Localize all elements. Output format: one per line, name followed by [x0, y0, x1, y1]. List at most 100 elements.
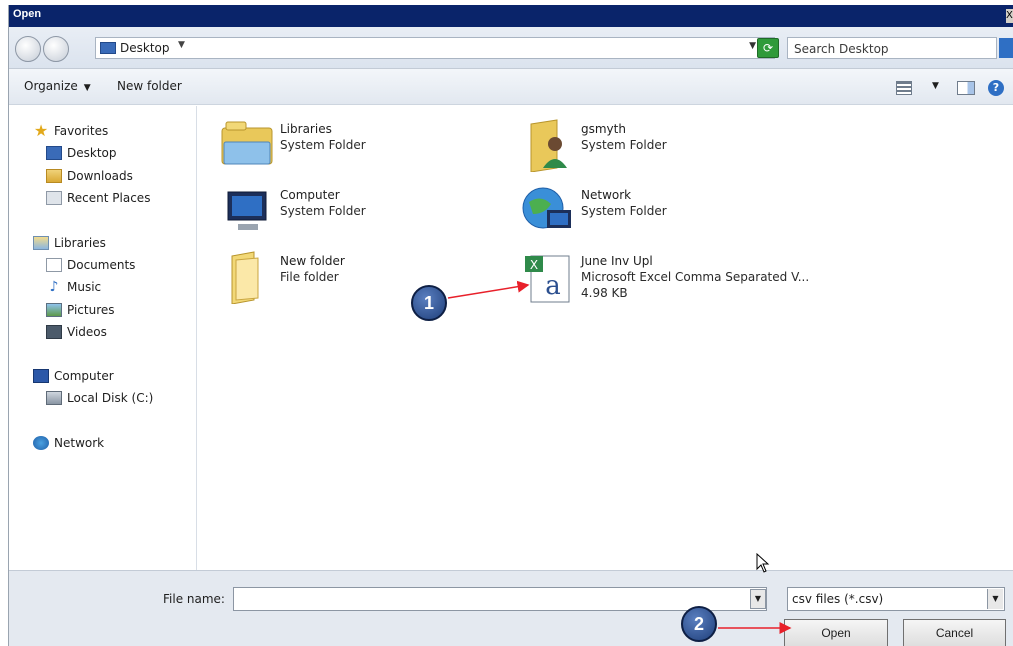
file-name: June Inv Upl [581, 254, 653, 268]
close-icon[interactable]: X [1006, 9, 1013, 23]
file-type-filter-value: csv files (*.csv) [792, 592, 884, 606]
sidebar-item-downloads[interactable]: Downloads [46, 169, 133, 183]
open-button[interactable]: Open [784, 619, 888, 646]
sidebar-item-local-disk[interactable]: Local Disk (C:) [46, 391, 153, 405]
forward-button[interactable] [43, 36, 69, 62]
sidebar-item-label: Favorites [54, 124, 109, 138]
excel-csv-icon: X a [525, 255, 570, 303]
address-field[interactable]: Desktop ▼ ▼ [95, 37, 775, 59]
file-type: File folder [280, 270, 339, 284]
preview-pane-icon[interactable] [957, 81, 975, 95]
address-dropdown-icon[interactable]: ▼ [749, 41, 756, 51]
sidebar-item-label: Downloads [67, 169, 133, 183]
mouse-cursor-icon [756, 553, 770, 573]
file-item-libraries[interactable]: Libraries System Folder [220, 118, 510, 178]
desktop-icon [100, 42, 116, 54]
sidebar-item-desktop[interactable]: Desktop [46, 146, 117, 160]
sidebar-item-label: Libraries [54, 236, 106, 250]
file-type: System Folder [280, 138, 366, 152]
recent-places-icon [46, 191, 62, 205]
user-folder-icon [530, 119, 567, 172]
file-name: New folder [280, 254, 345, 268]
file-type-filter[interactable]: csv files (*.csv) ▼ [787, 587, 1005, 611]
back-button[interactable] [15, 36, 41, 62]
file-name-input[interactable] [233, 587, 767, 611]
sidebar-item-label: Pictures [67, 303, 115, 317]
new-folder-button[interactable]: New folder [117, 79, 182, 93]
search-input[interactable]: Search Desktop [787, 37, 997, 59]
music-icon: ♪ [49, 279, 59, 295]
file-item-network[interactable]: Network System Folder [521, 184, 811, 244]
file-size: 4.98 KB [581, 286, 628, 300]
view-options-chevron-icon[interactable]: ▼ [932, 81, 939, 91]
title-bar: Open X [9, 5, 1013, 27]
file-item-june-inv-upl[interactable]: X a June Inv Upl Microsoft Excel Comma S… [521, 250, 811, 310]
sidebar-item-pictures[interactable]: Pictures [46, 303, 115, 317]
svg-text:a: a [545, 271, 561, 301]
sidebar-item-favorites[interactable]: ★ Favorites [33, 121, 109, 140]
filter-dropdown-icon[interactable]: ▼ [987, 589, 1003, 609]
sidebar-item-recent-places[interactable]: Recent Places [46, 191, 150, 205]
file-type: System Folder [581, 138, 667, 152]
sidebar-item-label: Recent Places [67, 191, 151, 205]
file-name: gsmyth [581, 122, 626, 136]
svg-text:X: X [530, 258, 538, 272]
pictures-icon [46, 303, 62, 317]
sidebar-item-documents[interactable]: Documents [46, 258, 135, 272]
address-location: Desktop [120, 41, 170, 55]
sidebar-item-label: Videos [67, 325, 107, 339]
libraries-icon [221, 121, 273, 165]
help-icon[interactable]: ? [988, 80, 1004, 96]
file-item-new-folder[interactable]: New folder File folder [220, 250, 510, 310]
file-name: Network [581, 188, 632, 202]
breadcrumb-chevron-icon[interactable]: ▼ [178, 40, 185, 50]
refresh-button[interactable]: ⟳ [757, 38, 779, 58]
annotation-callout-2: 2 [681, 606, 717, 642]
organize-label: Organize [24, 79, 78, 93]
navigation-pane: ★ Favorites Desktop Downloads Recent Plac… [9, 106, 197, 570]
search-icon[interactable] [999, 38, 1013, 58]
file-type: Microsoft Excel Comma Separated V... [581, 270, 810, 284]
file-type: System Folder [581, 204, 667, 218]
sidebar-item-label: Local Disk (C:) [67, 391, 154, 405]
computer-icon [33, 369, 49, 383]
address-bar: Desktop ▼ ▼ ⟳ Search Desktop [9, 27, 1013, 69]
chevron-down-icon: ▼ [83, 83, 91, 93]
file-item-gsmyth[interactable]: gsmyth System Folder [521, 118, 811, 178]
sidebar-item-label: Network [54, 436, 105, 450]
network-icon [522, 187, 571, 229]
desktop-icon [46, 146, 62, 160]
change-view-icon[interactable] [896, 81, 912, 95]
command-bar: Organize ▼ New folder ▼ ? [9, 69, 1013, 105]
sidebar-item-computer[interactable]: Computer [33, 369, 114, 383]
cancel-button[interactable]: Cancel [903, 619, 1006, 646]
bottom-bar: File name: ▼ csv files (*.csv) ▼ Open Ca… [9, 570, 1013, 646]
star-icon: ★ [33, 121, 49, 140]
file-type: System Folder [280, 204, 366, 218]
file-name: Libraries [280, 122, 332, 136]
hard-disk-icon [46, 391, 62, 405]
file-item-computer[interactable]: Computer System Folder [220, 184, 510, 244]
file-list: Libraries System Folder gsmyth System Fo… [198, 106, 1013, 570]
file-name: Computer [280, 188, 340, 202]
sidebar-item-label: Music [67, 280, 102, 294]
annotation-callout-1: 1 [411, 285, 447, 321]
sidebar-item-network[interactable]: Network [33, 436, 104, 450]
sidebar-item-label: Computer [54, 369, 114, 383]
sidebar-item-label: Documents [67, 258, 136, 272]
folder-icon [231, 251, 259, 304]
sidebar-item-libraries[interactable]: Libraries [33, 236, 106, 250]
file-name-dropdown-icon[interactable]: ▼ [750, 589, 766, 609]
downloads-icon [46, 169, 62, 183]
videos-icon [46, 325, 62, 339]
sidebar-item-music[interactable]: ♪ Music [46, 279, 102, 295]
file-name-label: File name: [163, 592, 225, 606]
sidebar-item-videos[interactable]: Videos [46, 325, 107, 339]
open-dialog: Open X Desktop ▼ ▼ ⟳ Search Desktop Orga… [8, 5, 1013, 646]
documents-icon [46, 258, 62, 272]
libraries-icon [33, 236, 49, 250]
window-title: Open [13, 8, 42, 20]
organize-button[interactable]: Organize ▼ [24, 79, 91, 93]
computer-icon [227, 191, 267, 230]
sidebar-item-label: Desktop [67, 146, 117, 160]
